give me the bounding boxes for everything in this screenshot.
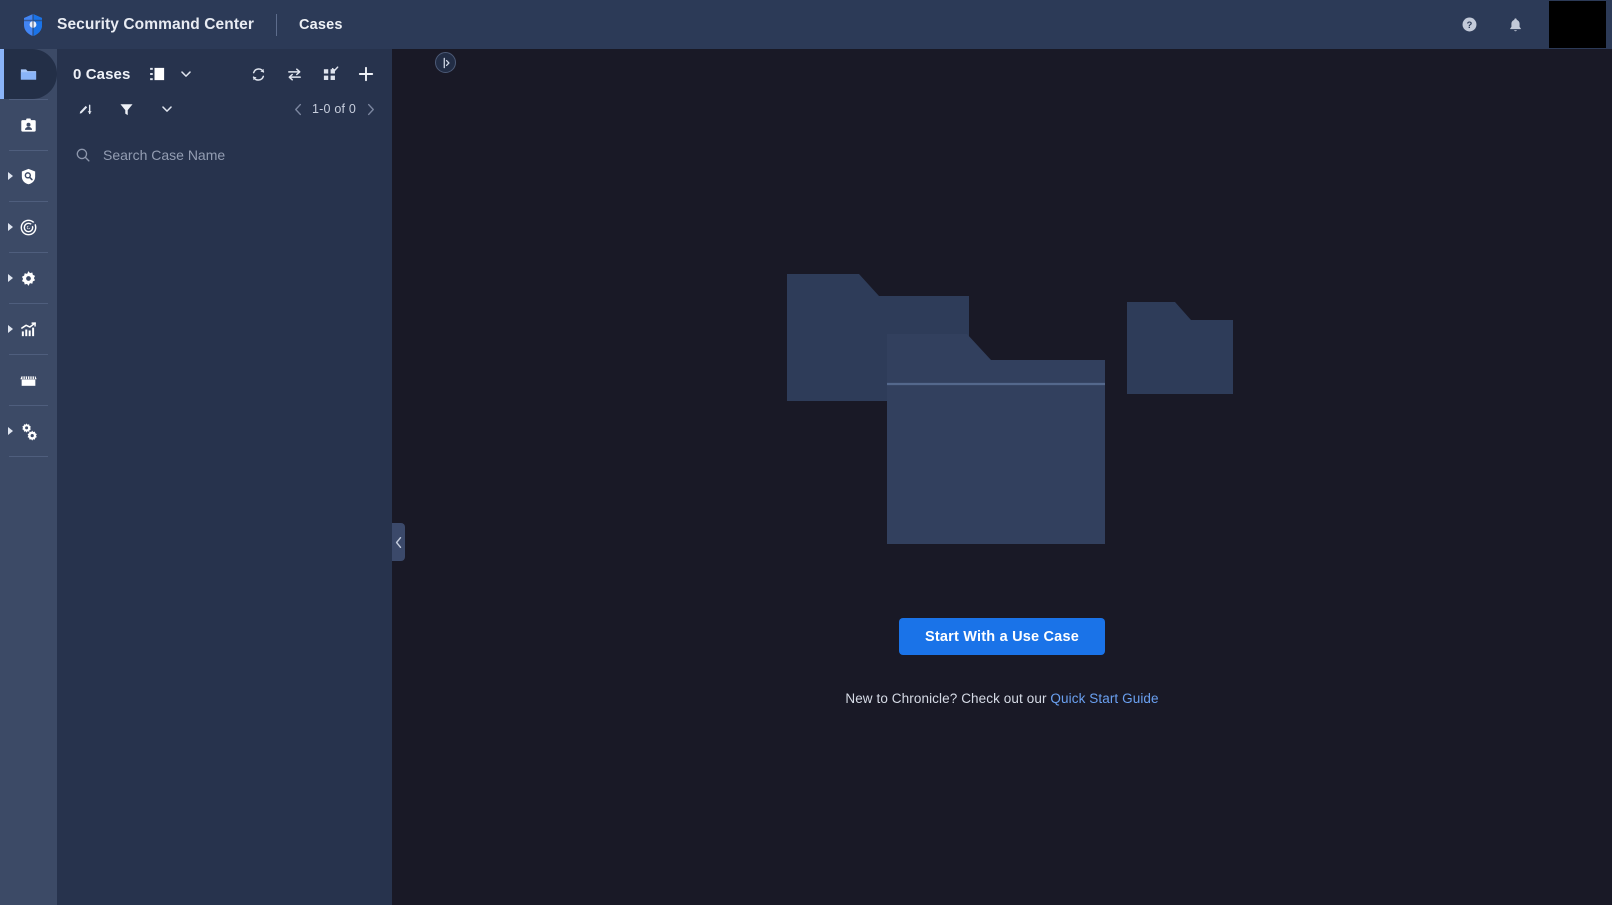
app-root: Security Command Center Cases ? 0 Cases … <box>0 0 1612 905</box>
panel-expand-handle[interactable] <box>435 52 456 73</box>
pagination-next-chevron-right-icon[interactable] <box>360 98 380 120</box>
cases-toolbar-secondary: 1-0 of 0 <box>57 93 392 125</box>
storefront-icon <box>20 375 37 386</box>
helper-text: New to Chronicle? Check out our Quick St… <box>845 691 1158 706</box>
sidebar-item-administration[interactable] <box>0 406 57 456</box>
help-circle-icon[interactable]: ? <box>1454 10 1484 40</box>
shield-search-icon <box>21 168 36 184</box>
sort-icon[interactable] <box>71 95 99 123</box>
notifications-bell-icon[interactable] <box>1500 10 1530 40</box>
radar-target-icon <box>20 219 37 235</box>
app-header: Security Command Center Cases ? <box>0 0 1612 49</box>
svg-text:?: ? <box>1466 20 1472 30</box>
chevron-left-icon <box>395 536 401 548</box>
panel-expand-icon <box>443 57 450 68</box>
page-title: Cases <box>298 16 343 33</box>
brand[interactable]: Security Command Center <box>0 12 254 38</box>
filter-funnel-icon[interactable] <box>112 95 140 123</box>
expand-triangle-icon[interactable] <box>8 325 13 333</box>
three-folders-illustration <box>767 254 1237 554</box>
search-icon <box>75 147 91 163</box>
cases-count-label: 0 Cases <box>73 65 131 83</box>
sidebar-item-investigation[interactable] <box>0 151 57 201</box>
rail-divider <box>9 456 48 457</box>
view-mode-chevron-down-icon[interactable] <box>172 60 200 88</box>
start-with-use-case-button[interactable]: Start With a Use Case <box>899 618 1105 655</box>
filter-chevron-down-icon[interactable] <box>153 95 181 123</box>
panel-collapse-handle[interactable] <box>392 523 405 561</box>
sidebar-item-marketplace[interactable] <box>0 355 57 405</box>
expand-triangle-icon[interactable] <box>8 427 13 435</box>
brand-title: Security Command Center <box>57 15 254 33</box>
chart-growth-icon <box>21 321 36 336</box>
helper-prefix: New to Chronicle? Check out our <box>845 691 1051 706</box>
expand-triangle-icon[interactable] <box>8 223 13 231</box>
header-divider <box>275 13 277 36</box>
pagination-prev-chevron-left-icon[interactable] <box>288 98 308 120</box>
create-case-plus-icon[interactable] <box>352 60 380 88</box>
pagination-range-label: 1-0 of 0 <box>312 102 356 116</box>
sidebar-item-reports[interactable] <box>0 304 57 354</box>
left-navigation-rail <box>0 49 57 905</box>
security-command-center-logo <box>24 13 42 36</box>
sidebar-item-detection[interactable] <box>0 202 57 252</box>
sidebar-item-entities[interactable] <box>0 100 57 150</box>
list-view-icon[interactable] <box>144 60 172 88</box>
id-badge-icon <box>21 117 36 132</box>
search-case-name-input[interactable] <box>103 147 378 163</box>
cases-toolbar-primary: 0 Cases <box>57 55 392 93</box>
user-avatar[interactable] <box>1549 1 1606 48</box>
gear-icon <box>21 270 36 286</box>
cases-panel: 0 Cases 1-0 of 0 Search Case Name <box>57 49 456 905</box>
gears-settings-icon <box>21 423 37 441</box>
sidebar-item-settings[interactable] <box>0 253 57 303</box>
swap-arrows-icon[interactable] <box>280 60 308 88</box>
main-content: Start With a Use Case New to Chronicle? … <box>392 49 1612 905</box>
quick-start-guide-link[interactable]: Quick Start Guide <box>1050 691 1158 706</box>
case-search-row <box>57 135 392 175</box>
expand-triangle-icon[interactable] <box>8 172 13 180</box>
pagination: 1-0 of 0 <box>288 98 380 120</box>
expand-triangle-icon[interactable] <box>8 274 13 282</box>
grid-select-icon[interactable] <box>316 60 344 88</box>
folder-icon <box>20 68 37 80</box>
header-actions: ? <box>1454 0 1612 49</box>
refresh-icon[interactable] <box>244 60 272 88</box>
sidebar-item-cases[interactable] <box>0 49 57 99</box>
